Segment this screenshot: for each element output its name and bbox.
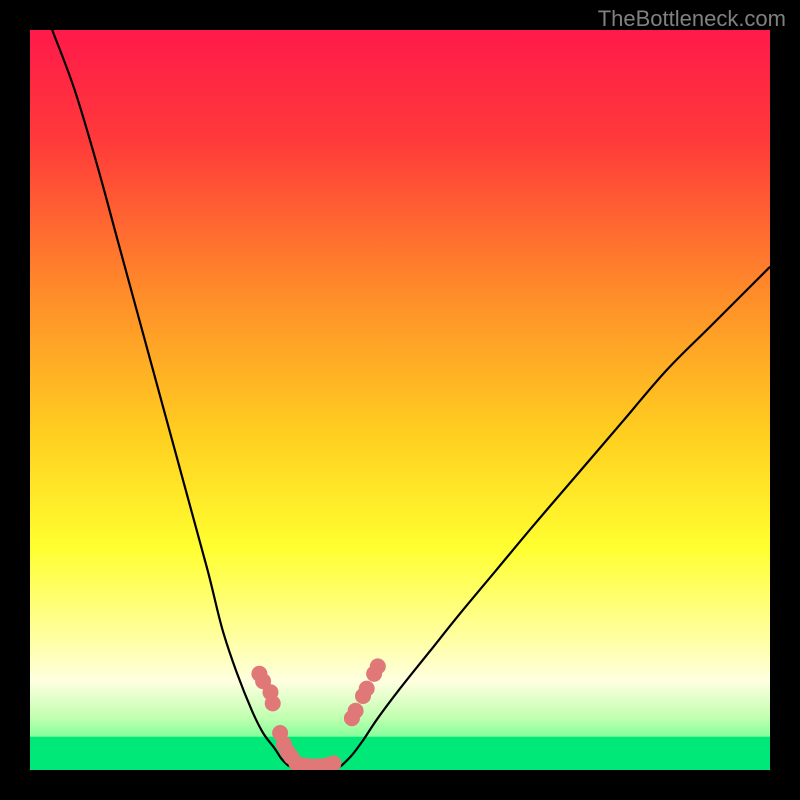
data-marker xyxy=(325,755,341,770)
watermark-text: TheBottleneck.com xyxy=(598,6,786,32)
data-marker xyxy=(370,658,386,674)
data-marker xyxy=(265,695,281,711)
chart-plot-area xyxy=(30,30,770,770)
data-marker xyxy=(359,681,375,697)
data-marker xyxy=(348,703,364,719)
chart-markers xyxy=(30,30,770,770)
